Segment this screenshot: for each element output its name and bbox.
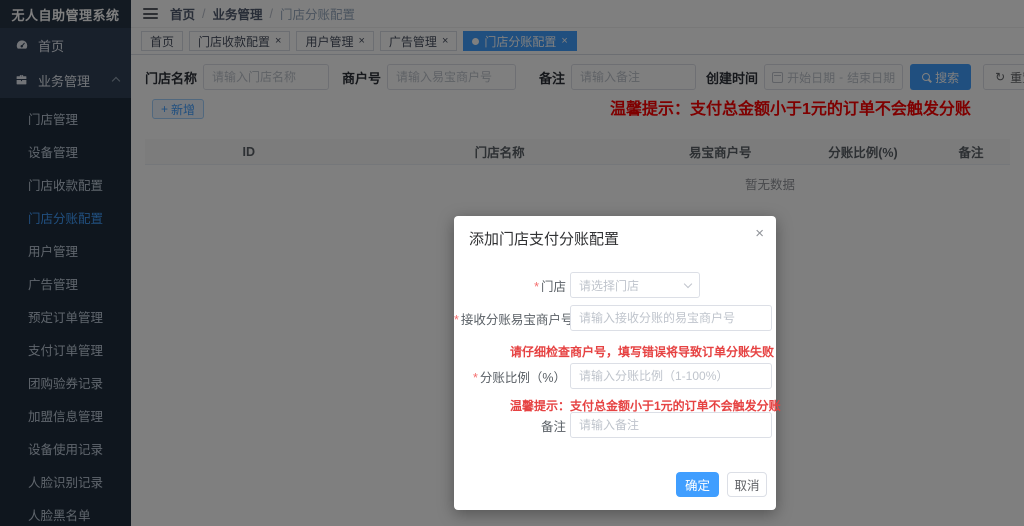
dialog-title: 添加门店支付分账配置 <box>469 228 619 249</box>
merchant-field-label: *接收分账易宝商户号 <box>454 309 566 328</box>
store-select[interactable]: 请选择门店 <box>570 272 700 298</box>
merchant-field-row: *接收分账易宝商户号 <box>454 305 772 331</box>
ratio-field-label: *分账比例（%） <box>454 367 566 386</box>
store-field-row: *门店 请选择门店 <box>454 272 700 298</box>
remark-field-row: 备注 <box>454 412 772 438</box>
close-icon[interactable]: × <box>755 226 764 241</box>
confirm-button[interactable]: 确定 <box>676 472 719 497</box>
chevron-down-icon <box>684 279 692 287</box>
add-split-config-dialog: 添加门店支付分账配置 × *门店 请选择门店 *接收分账易宝商户号 请仔细检查商… <box>454 216 776 510</box>
cancel-button[interactable]: 取消 <box>727 472 767 497</box>
store-select-placeholder: 请选择门店 <box>579 277 685 294</box>
ratio-field-row: *分账比例（%） <box>454 363 772 389</box>
split-ratio-input[interactable] <box>570 363 772 389</box>
merchant-check-hint: 请仔细检查商户号，填写错误将导致订单分账失败 <box>510 343 736 360</box>
required-star: * <box>473 371 478 385</box>
required-star: * <box>534 280 539 294</box>
modal-remark-input[interactable] <box>570 412 772 438</box>
store-field-label: *门店 <box>454 276 566 295</box>
remark-field-label: 备注 <box>454 416 566 435</box>
required-star: * <box>454 313 459 327</box>
merchant-number-input[interactable] <box>570 305 772 331</box>
